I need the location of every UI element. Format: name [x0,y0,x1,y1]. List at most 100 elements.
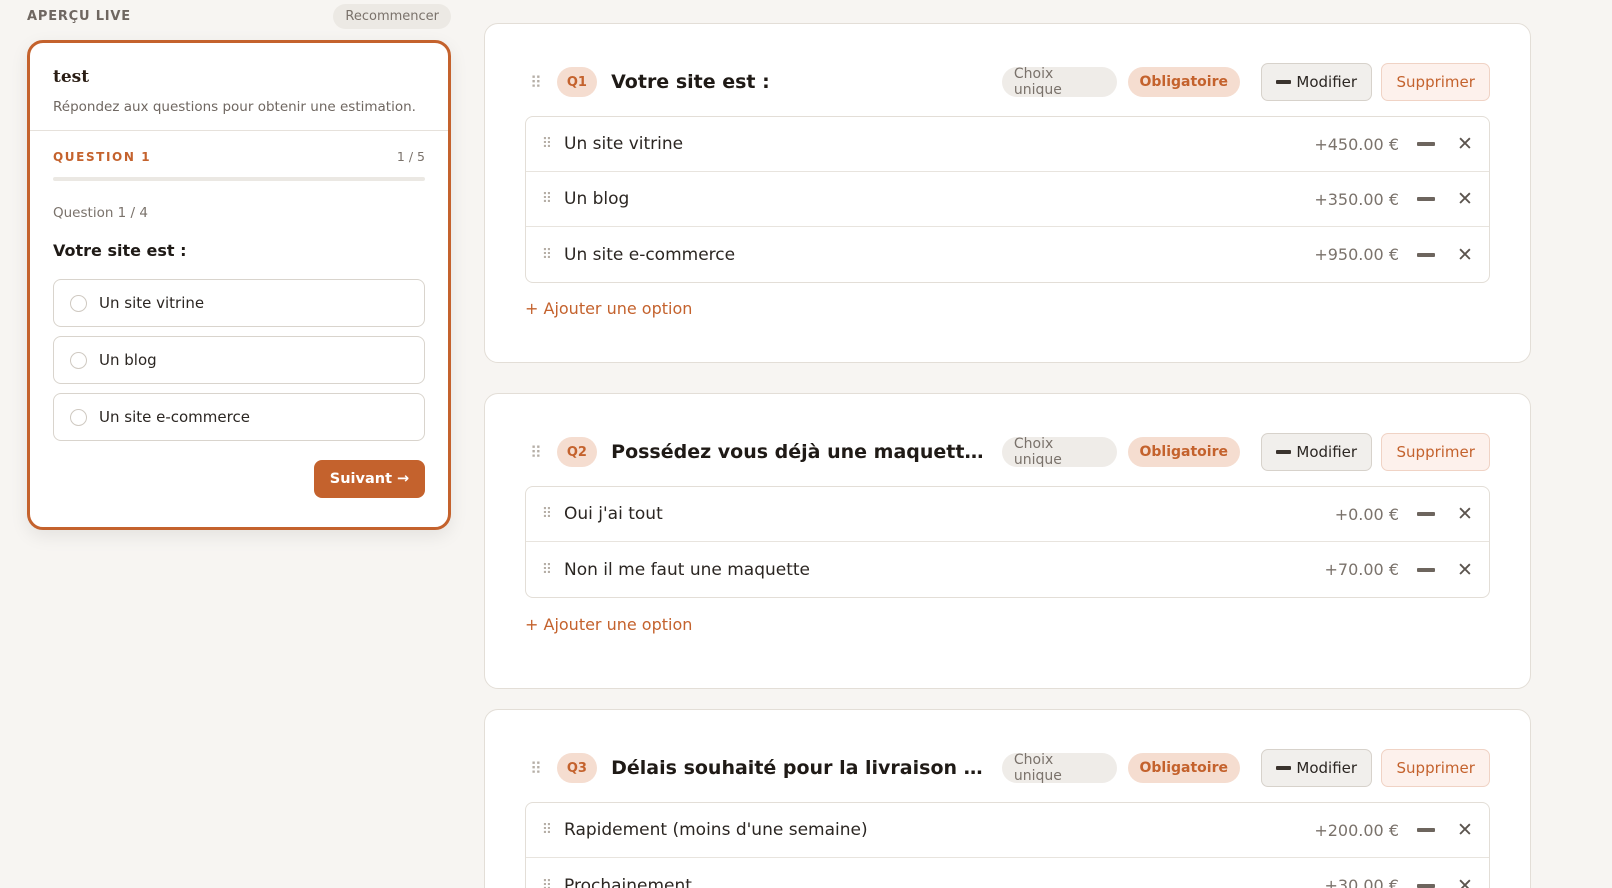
preview-option[interactable]: Un site e-commerce [53,393,425,441]
preview-actions: Suivant → [53,460,425,498]
pencil-icon [1276,450,1292,454]
question-progress-row: QUESTION 1 1 / 5 [53,149,425,164]
close-icon[interactable]: ✕ [1457,188,1473,210]
progress-bar [53,177,425,181]
preview-section-title: APERÇU LIVE [27,8,131,24]
edit-label: Modifier [1296,759,1358,777]
pencil-icon[interactable] [1417,252,1435,257]
pencil-icon [1276,766,1292,770]
option-row: ⠿ Non il me faut une maquette +70.00 € ✕ [526,542,1489,597]
question-index-text: Question 1 / 4 [53,205,148,221]
option-label: Oui j'ai tout [564,504,663,524]
drag-handle-icon[interactable]: ⠿ [540,822,554,838]
option-price: +950.00 € [1314,245,1399,264]
pencil-icon[interactable] [1417,828,1435,832]
preview-options: Un site vitrine Un blog Un site e-commer… [53,279,425,441]
pencil-icon[interactable] [1417,142,1435,146]
option-label: Un site e-commerce [564,244,736,265]
option-price: +200.00 € [1314,820,1399,840]
next-button[interactable]: Suivant → [314,460,425,498]
pencil-icon [1276,80,1292,84]
option-price: +70.00 € [1324,560,1399,579]
option-list: ⠿ Un site vitrine +450.00 € ✕ ⠿ Un blog … [525,116,1490,283]
question-type-tag: Choix unique [1001,66,1117,98]
form-name: test [53,67,90,87]
add-option-button[interactable]: + Ajouter une option [525,615,692,634]
preview-header: APERÇU LIVE Recommencer [27,2,451,30]
question-number-badge: Q3 [556,753,598,783]
pencil-icon[interactable] [1417,197,1435,201]
preview-option-label: Un site e-commerce [99,408,250,426]
delete-question-button[interactable]: Supprimer [1381,433,1491,471]
edit-question-button[interactable]: Modifier [1261,63,1373,101]
drag-handle-icon[interactable]: ⠿ [540,562,554,578]
close-icon[interactable]: ✕ [1457,133,1473,155]
question-type-tag: Choix unique [1001,436,1117,468]
option-label: Un site vitrine [564,134,684,154]
drag-handle-icon[interactable]: ⠿ [540,878,554,888]
required-tag: Obligatoire [1127,753,1240,783]
close-icon[interactable]: ✕ [1457,875,1473,888]
option-row: ⠿ Un site vitrine +450.00 € ✕ [526,117,1489,172]
option-label: Non il me faut une maquette [564,559,811,580]
question-header: ⠿ Q2 Possédez vous déjà une maquette ? (… [525,432,1491,472]
edit-label: Modifier [1296,443,1358,461]
radio-button[interactable] [70,408,87,426]
add-option-button[interactable]: + Ajouter une option [525,299,692,318]
preview-card: test Répondez aux questions pour obtenir… [27,40,451,530]
preview-option[interactable]: Un site vitrine [53,279,425,327]
question-title: Possédez vous déjà une maquette ? (Fi... [611,441,991,463]
question-header: ⠿ Q3 Délais souhaité pour la livraison (… [525,748,1491,788]
option-row: ⠿ Rapidement (moins d'une semaine) +200.… [526,803,1489,858]
preview-option[interactable]: Un blog [53,336,425,384]
option-price: +450.00 € [1314,134,1399,154]
question-card: ⠿ Q3 Délais souhaité pour la livraison (… [484,709,1531,888]
preview-card-header: test Répondez aux questions pour obtenir… [30,43,448,131]
option-price: +30.00 € [1324,876,1399,888]
edit-label: Modifier [1296,73,1358,91]
delete-question-button[interactable]: Supprimer [1381,63,1491,101]
drag-handle-icon[interactable]: ⠿ [540,506,554,522]
edit-question-button[interactable]: Modifier [1261,749,1373,787]
question-card: ⠿ Q2 Possédez vous déjà une maquette ? (… [484,393,1531,689]
pencil-icon[interactable] [1417,512,1435,516]
question-title: Votre site est : [611,71,770,93]
question-count: 1 / 5 [396,149,425,164]
option-row: ⠿ Un site e-commerce +950.00 € ✕ [526,227,1489,282]
option-price: +350.00 € [1314,189,1399,209]
pencil-icon[interactable] [1417,567,1435,572]
preview-option-label: Un blog [99,351,157,369]
question-header: ⠿ Q1 Votre site est : Choix unique Oblig… [525,62,1491,102]
drag-handle-icon[interactable]: ⠿ [540,191,554,207]
question-label: QUESTION 1 [53,149,152,164]
drag-handle-icon[interactable]: ⠿ [540,247,554,263]
edit-question-button[interactable]: Modifier [1261,433,1373,471]
restart-button[interactable]: Recommencer [333,3,451,29]
radio-button[interactable] [70,351,87,369]
close-icon[interactable]: ✕ [1457,503,1473,525]
option-label: Rapidement (moins d'une semaine) [564,820,868,840]
drag-handle-icon[interactable]: ⠿ [540,136,554,152]
option-label: Un blog [564,189,630,209]
question-card: ⠿ Q1 Votre site est : Choix unique Oblig… [484,23,1531,363]
preview-card-body: QUESTION 1 1 / 5 Question 1 / 4 Votre si… [30,131,448,498]
option-row: ⠿ Oui j'ai tout +0.00 € ✕ [526,487,1489,542]
option-price: +0.00 € [1334,504,1399,524]
drag-handle-icon[interactable]: ⠿ [525,73,547,92]
question-number-badge: Q2 [556,437,598,467]
drag-handle-icon[interactable]: ⠿ [525,759,547,778]
close-icon[interactable]: ✕ [1457,819,1473,841]
radio-button[interactable] [70,294,87,312]
option-list: ⠿ Oui j'ai tout +0.00 € ✕ ⠿ Non il me fa… [525,486,1490,598]
preview-option-label: Un site vitrine [99,294,205,312]
delete-question-button[interactable]: Supprimer [1381,749,1491,787]
option-label: Prochainement [564,875,692,888]
form-subtitle: Répondez aux questions pour obtenir une … [53,99,416,115]
close-icon[interactable]: ✕ [1457,244,1473,266]
option-list: ⠿ Rapidement (moins d'une semaine) +200.… [525,802,1490,888]
required-tag: Obligatoire [1127,67,1240,97]
pencil-icon[interactable] [1417,883,1435,888]
drag-handle-icon[interactable]: ⠿ [525,443,547,462]
question-type-tag: Choix unique [1001,752,1117,784]
close-icon[interactable]: ✕ [1457,559,1473,581]
